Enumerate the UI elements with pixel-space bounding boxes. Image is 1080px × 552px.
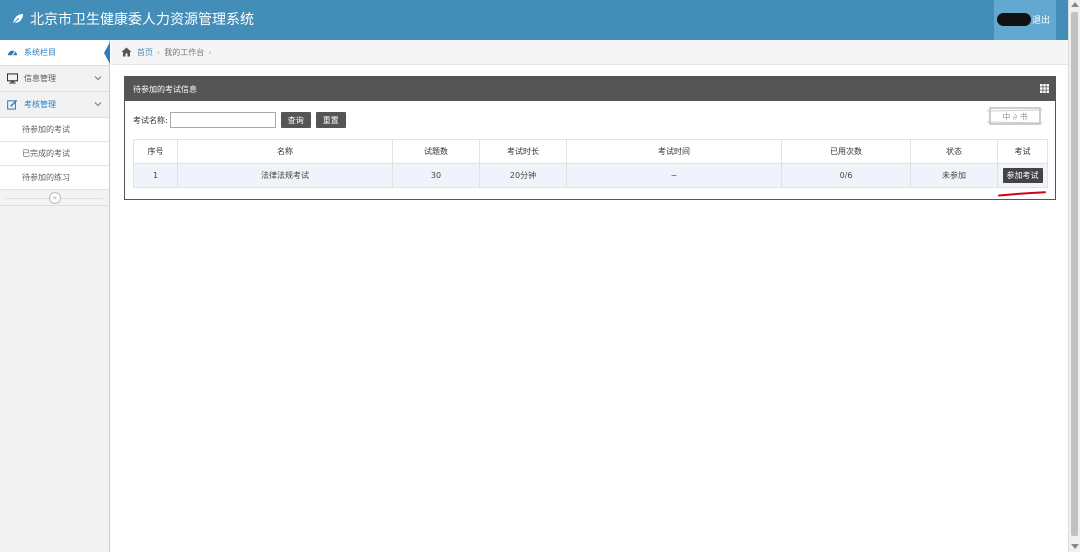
leaf-icon (12, 14, 23, 25)
column-header: 状态 (910, 139, 998, 164)
panel-header: 待参加的考试信息 (125, 77, 1055, 101)
table-header-row: 序号 名称 试题数 考试时长 考试时间 已用次数 状态 考试 (133, 139, 1048, 164)
chevron-down-icon (94, 102, 102, 107)
cell-time: ~ (566, 163, 782, 188)
cell-question-count: 30 (392, 163, 480, 188)
sidebar-item-system[interactable]: 系统栏目 (0, 40, 110, 66)
user-menu[interactable]: 退出 (994, 0, 1056, 40)
pending-exam-panel: 待参加的考试信息 考试名称: 查询 重置 中 ∂ 书 序号 名称 试题数 考试时… (124, 76, 1056, 200)
reset-button[interactable]: 重置 (315, 112, 346, 128)
sidebar-item-label: 系统栏目 (24, 48, 56, 57)
sidebar-item-label: 信息管理 (24, 74, 56, 83)
desktop-icon (7, 73, 18, 84)
cell-name: 法律法规考试 (177, 163, 393, 188)
column-header: 考试时长 (479, 139, 567, 164)
take-exam-button[interactable]: 参加考试 (1002, 168, 1043, 183)
cell-duration: 20分钟 (479, 163, 567, 188)
sidebar-item-label: 考核管理 (24, 100, 56, 109)
column-header: 序号 (133, 139, 178, 164)
column-header: 已用次数 (781, 139, 911, 164)
breadcrumb-separator: › (157, 47, 161, 57)
sidebar-subitem-pending-practice[interactable]: 待参加的练习 (0, 166, 109, 190)
exam-name-input[interactable] (169, 112, 276, 128)
redacted-username (997, 13, 1031, 26)
query-button[interactable]: 查询 (280, 112, 311, 128)
sidebar-item-info[interactable]: 信息管理 (0, 66, 109, 92)
cell-index: 1 (133, 163, 178, 188)
app-title: 北京市卫生健康委人力资源管理系统 (30, 12, 254, 28)
sidebar-collapse-bar: « (0, 190, 109, 206)
collapse-sidebar-icon[interactable]: « (49, 192, 61, 204)
exam-name-label: 考试名称: (133, 115, 168, 125)
breadcrumb-current: 我的工作台 (164, 47, 205, 57)
page-scrollbar[interactable] (1068, 0, 1080, 552)
sidebar-subitem-pending-exam[interactable]: 待参加的考试 (0, 118, 109, 142)
breadcrumb-separator: › (208, 47, 212, 57)
chevron-down-icon (94, 76, 102, 81)
exam-table: 序号 名称 试题数 考试时长 考试时间 已用次数 状态 考试 1 法律法规考试 … (133, 139, 1048, 188)
sidebar-submenu: 待参加的考试 已完成的考试 待参加的练习 (0, 118, 109, 190)
scroll-thumb[interactable] (1071, 12, 1078, 536)
panel-title: 待参加的考试信息 (133, 84, 197, 94)
breadcrumb-home-link[interactable]: 首页 (137, 47, 153, 58)
sidebar: 系统栏目 信息管理 考核管理 待参加的考试 已完成的考试 待参加的练习 « (0, 40, 110, 552)
home-icon (121, 47, 132, 57)
search-form: 考试名称: 查询 重置 (133, 112, 346, 128)
logout-link[interactable]: 退出 (1032, 13, 1050, 26)
column-header: 考试时间 (566, 139, 782, 164)
column-header: 考试 (997, 139, 1048, 164)
cell-action: 参加考试 (997, 163, 1048, 188)
grid-icon[interactable] (1040, 84, 1049, 93)
annotation-underline (998, 191, 1046, 197)
column-header: 试题数 (392, 139, 480, 164)
top-navbar: 北京市卫生健康委人力资源管理系统 退出 (0, 0, 1068, 40)
sidebar-subitem-completed-exam[interactable]: 已完成的考试 (0, 142, 109, 166)
cell-used: 0/6 (781, 163, 911, 188)
dashboard-icon (7, 50, 18, 56)
cell-status: 未参加 (910, 163, 998, 188)
sidebar-item-assessment[interactable]: 考核管理 (0, 92, 109, 118)
scroll-up-arrow-icon[interactable] (1071, 2, 1079, 7)
watermark-stamp-icon: 中 ∂ 书 (987, 107, 1043, 125)
table-row: 1 法律法规考试 30 20分钟 ~ 0/6 未参加 参加考试 (133, 163, 1048, 188)
column-header: 名称 (177, 139, 393, 164)
stamp-text: 中 ∂ 书 (1002, 112, 1027, 122)
edit-icon (7, 99, 18, 110)
scroll-down-arrow-icon[interactable] (1071, 544, 1079, 549)
brand[interactable]: 北京市卫生健康委人力资源管理系统 (12, 9, 254, 29)
breadcrumb: 首页 › 我的工作台 › (111, 40, 1068, 65)
